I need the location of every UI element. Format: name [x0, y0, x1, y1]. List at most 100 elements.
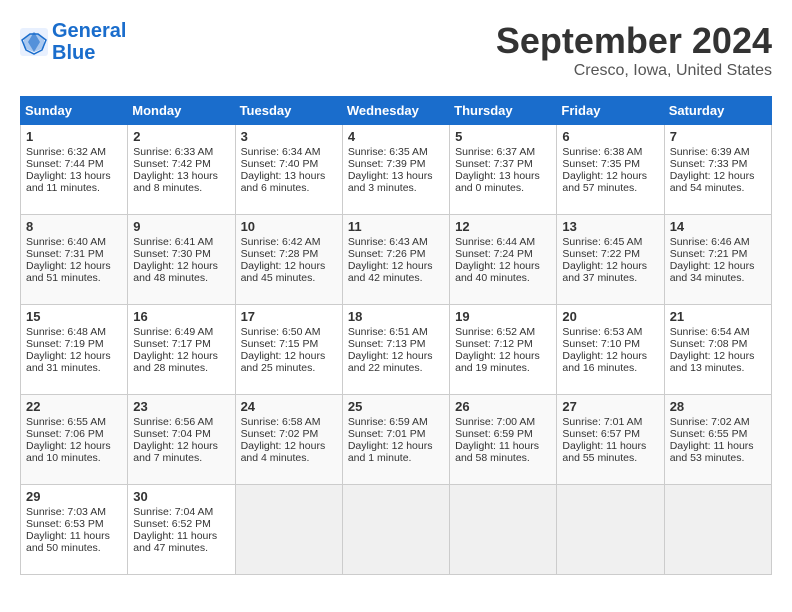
day-info-line: Sunset: 7:01 PM — [348, 428, 444, 440]
empty-cell — [557, 485, 664, 575]
day-info-line: and 48 minutes. — [133, 272, 229, 284]
day-info-line: Daylight: 11 hours — [670, 440, 766, 452]
day-number: 17 — [241, 309, 337, 324]
day-info-line: Sunset: 7:19 PM — [26, 338, 122, 350]
day-info-line: Sunset: 7:40 PM — [241, 158, 337, 170]
col-header-thursday: Thursday — [450, 97, 557, 125]
day-cell-2: 2Sunrise: 6:33 AMSunset: 7:42 PMDaylight… — [128, 125, 235, 215]
day-info-line: Daylight: 12 hours — [670, 350, 766, 362]
day-info-line: and 16 minutes. — [562, 362, 658, 374]
empty-cell — [342, 485, 449, 575]
day-info-line: Sunset: 7:13 PM — [348, 338, 444, 350]
day-cell-25: 25Sunrise: 6:59 AMSunset: 7:01 PMDayligh… — [342, 395, 449, 485]
logo-icon — [20, 28, 48, 56]
day-number: 20 — [562, 309, 658, 324]
day-info-line: Daylight: 12 hours — [26, 260, 122, 272]
day-cell-27: 27Sunrise: 7:01 AMSunset: 6:57 PMDayligh… — [557, 395, 664, 485]
week-row-5: 29Sunrise: 7:03 AMSunset: 6:53 PMDayligh… — [21, 485, 772, 575]
day-info-line: Sunset: 7:37 PM — [455, 158, 551, 170]
day-info-line: Sunrise: 6:40 AM — [26, 236, 122, 248]
day-info-line: Daylight: 12 hours — [670, 260, 766, 272]
day-info-line: Sunrise: 6:53 AM — [562, 326, 658, 338]
day-info-line: Sunset: 6:53 PM — [26, 518, 122, 530]
day-cell-21: 21Sunrise: 6:54 AMSunset: 7:08 PMDayligh… — [664, 305, 771, 395]
day-cell-11: 11Sunrise: 6:43 AMSunset: 7:26 PMDayligh… — [342, 215, 449, 305]
day-number: 29 — [26, 489, 122, 504]
day-number: 8 — [26, 219, 122, 234]
day-cell-20: 20Sunrise: 6:53 AMSunset: 7:10 PMDayligh… — [557, 305, 664, 395]
day-info-line: and 50 minutes. — [26, 542, 122, 554]
day-number: 25 — [348, 399, 444, 414]
day-info-line: Sunrise: 6:59 AM — [348, 416, 444, 428]
day-info-line: and 34 minutes. — [670, 272, 766, 284]
day-info-line: and 0 minutes. — [455, 182, 551, 194]
day-info-line: Sunrise: 6:46 AM — [670, 236, 766, 248]
day-info-line: Sunrise: 7:03 AM — [26, 506, 122, 518]
day-info-line: and 40 minutes. — [455, 272, 551, 284]
day-info-line: Sunrise: 6:32 AM — [26, 146, 122, 158]
day-info-line: and 53 minutes. — [670, 452, 766, 464]
day-info-line: and 6 minutes. — [241, 182, 337, 194]
day-info-line: Sunrise: 6:55 AM — [26, 416, 122, 428]
day-info-line: Daylight: 13 hours — [133, 170, 229, 182]
day-info-line: Daylight: 12 hours — [26, 440, 122, 452]
day-info-line: and 4 minutes. — [241, 452, 337, 464]
day-info-line: Sunset: 7:12 PM — [455, 338, 551, 350]
day-info-line: Daylight: 11 hours — [26, 530, 122, 542]
day-info-line: Sunrise: 6:58 AM — [241, 416, 337, 428]
day-number: 14 — [670, 219, 766, 234]
day-info-line: Sunset: 6:55 PM — [670, 428, 766, 440]
day-cell-16: 16Sunrise: 6:49 AMSunset: 7:17 PMDayligh… — [128, 305, 235, 395]
logo-text: General Blue — [52, 20, 126, 64]
day-info-line: and 58 minutes. — [455, 452, 551, 464]
day-info-line: Sunset: 7:42 PM — [133, 158, 229, 170]
day-info-line: Sunrise: 6:52 AM — [455, 326, 551, 338]
day-number: 21 — [670, 309, 766, 324]
day-number: 7 — [670, 129, 766, 144]
day-info-line: Sunrise: 6:51 AM — [348, 326, 444, 338]
day-info-line: Sunset: 7:04 PM — [133, 428, 229, 440]
day-cell-24: 24Sunrise: 6:58 AMSunset: 7:02 PMDayligh… — [235, 395, 342, 485]
day-info-line: Sunrise: 6:50 AM — [241, 326, 337, 338]
day-info-line: Daylight: 12 hours — [241, 440, 337, 452]
day-info-line: Sunrise: 6:34 AM — [241, 146, 337, 158]
day-number: 12 — [455, 219, 551, 234]
day-info-line: Daylight: 12 hours — [133, 260, 229, 272]
day-cell-5: 5Sunrise: 6:37 AMSunset: 7:37 PMDaylight… — [450, 125, 557, 215]
day-number: 5 — [455, 129, 551, 144]
day-number: 26 — [455, 399, 551, 414]
day-info-line: Sunrise: 7:02 AM — [670, 416, 766, 428]
day-number: 13 — [562, 219, 658, 234]
day-info-line: Sunrise: 6:45 AM — [562, 236, 658, 248]
day-number: 4 — [348, 129, 444, 144]
day-number: 18 — [348, 309, 444, 324]
day-info-line: Daylight: 12 hours — [455, 350, 551, 362]
title-block: September 2024 Cresco, Iowa, United Stat… — [496, 20, 772, 80]
day-cell-12: 12Sunrise: 6:44 AMSunset: 7:24 PMDayligh… — [450, 215, 557, 305]
day-info-line: Sunset: 7:44 PM — [26, 158, 122, 170]
day-cell-14: 14Sunrise: 6:46 AMSunset: 7:21 PMDayligh… — [664, 215, 771, 305]
col-header-monday: Monday — [128, 97, 235, 125]
day-info-line: Sunrise: 7:04 AM — [133, 506, 229, 518]
day-info-line: Sunrise: 6:37 AM — [455, 146, 551, 158]
logo: General Blue — [20, 20, 126, 64]
day-info-line: Sunset: 7:22 PM — [562, 248, 658, 260]
day-info-line: and 8 minutes. — [133, 182, 229, 194]
day-info-line: Sunset: 6:57 PM — [562, 428, 658, 440]
day-info-line: Sunrise: 6:56 AM — [133, 416, 229, 428]
day-info-line: Sunset: 7:35 PM — [562, 158, 658, 170]
day-info-line: Daylight: 11 hours — [455, 440, 551, 452]
day-info-line: Sunset: 7:24 PM — [455, 248, 551, 260]
col-header-tuesday: Tuesday — [235, 97, 342, 125]
day-info-line: and 11 minutes. — [26, 182, 122, 194]
day-info-line: Sunset: 7:30 PM — [133, 248, 229, 260]
day-info-line: Daylight: 11 hours — [133, 530, 229, 542]
day-info-line: and 54 minutes. — [670, 182, 766, 194]
day-cell-13: 13Sunrise: 6:45 AMSunset: 7:22 PMDayligh… — [557, 215, 664, 305]
day-cell-22: 22Sunrise: 6:55 AMSunset: 7:06 PMDayligh… — [21, 395, 128, 485]
day-cell-8: 8Sunrise: 6:40 AMSunset: 7:31 PMDaylight… — [21, 215, 128, 305]
day-info-line: and 45 minutes. — [241, 272, 337, 284]
day-cell-6: 6Sunrise: 6:38 AMSunset: 7:35 PMDaylight… — [557, 125, 664, 215]
day-cell-17: 17Sunrise: 6:50 AMSunset: 7:15 PMDayligh… — [235, 305, 342, 395]
day-info-line: Sunrise: 6:41 AM — [133, 236, 229, 248]
